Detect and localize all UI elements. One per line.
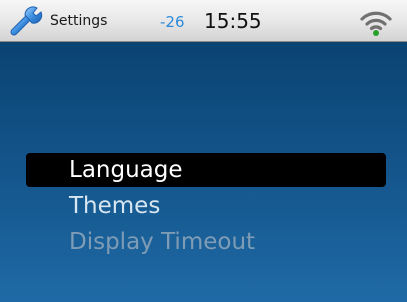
menu-item-label: Display Timeout <box>69 229 256 255</box>
device-screen: Settings -26 15:55 Language Themes Displ… <box>0 0 407 302</box>
menu-item-language[interactable]: Language <box>26 153 386 187</box>
main-area: Language Themes Display Timeout <box>0 42 407 302</box>
app-title: Settings <box>50 13 108 29</box>
menu-item-display-timeout[interactable]: Display Timeout <box>26 225 386 259</box>
status-bar: Settings -26 15:55 <box>0 0 407 42</box>
clock: 15:55 <box>204 9 262 33</box>
wifi-icon <box>360 11 392 36</box>
wrench-icon <box>10 6 43 36</box>
signal-value: -26 <box>160 13 185 31</box>
menu-item-label: Themes <box>69 193 161 219</box>
menu-item-themes[interactable]: Themes <box>26 189 386 223</box>
menu-item-label: Language <box>69 157 183 183</box>
settings-menu: Language Themes Display Timeout <box>0 42 407 302</box>
